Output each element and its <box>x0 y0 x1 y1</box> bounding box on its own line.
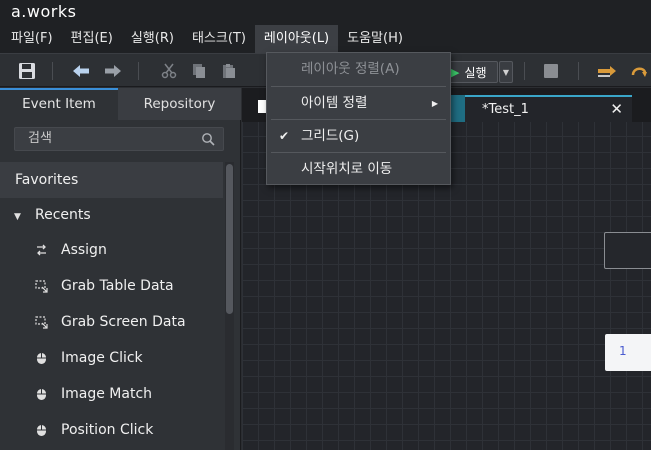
menu-item-grid[interactable]: ✔ 그리드(G) <box>267 120 450 153</box>
cut-icon[interactable] <box>158 60 180 82</box>
search-placeholder: 검색 <box>28 131 52 146</box>
search-icon <box>202 133 215 146</box>
favorites-section[interactable]: Favorites <box>0 162 223 198</box>
node-number: 1 <box>619 344 627 358</box>
list-item-image-match[interactable]: Image Match <box>0 376 223 412</box>
menu-item-item-align[interactable]: 아이템 정렬 ▶ <box>267 87 450 120</box>
play-icon: ▶ <box>451 65 460 79</box>
app-window: a.works 파일(F) 편집(E) 실행(R) 태스크(T) 레이아웃(L)… <box>0 0 651 450</box>
menu-run[interactable]: 실행(R) <box>122 25 183 53</box>
workflow-node[interactable] <box>604 232 651 269</box>
menu-edit[interactable]: 편집(E) <box>62 25 122 53</box>
list-item-position-click[interactable]: Position Click <box>0 412 223 448</box>
list-item-assign[interactable]: Assign <box>0 232 223 268</box>
list-item-image-click[interactable]: Image Click <box>0 340 223 376</box>
mouse-icon <box>34 351 48 365</box>
menu-layout[interactable]: 레이아웃(L) <box>254 25 339 53</box>
checkmark-icon: ✔ <box>279 129 290 143</box>
menu-item-go-to-start[interactable]: 시작위치로 이동 <box>267 153 450 186</box>
assign-swap-icon <box>34 243 48 257</box>
chevron-down-icon: ▼ <box>502 67 510 77</box>
run-button-label: 실행 <box>464 65 487 80</box>
undo-arrow-icon[interactable] <box>70 60 92 82</box>
menu-file[interactable]: 파일(F) <box>0 25 62 53</box>
search-input[interactable]: 검색 <box>14 127 224 151</box>
mouse-icon <box>34 387 48 401</box>
redo-arrow-icon[interactable] <box>102 60 124 82</box>
close-icon[interactable]: ✕ <box>610 97 623 122</box>
tab-event-item[interactable]: Event Item <box>0 88 118 120</box>
recents-section[interactable]: ▼ Recents <box>0 198 223 232</box>
paste-icon[interactable] <box>218 60 240 82</box>
list-item-grab-table-data[interactable]: Grab Table Data <box>0 268 223 304</box>
list-item-grab-screen-data[interactable]: Grab Screen Data <box>0 304 223 340</box>
stop-icon[interactable] <box>540 60 562 82</box>
grab-selection-icon <box>34 315 48 329</box>
save-icon[interactable] <box>16 60 38 82</box>
step-back-icon[interactable] <box>628 60 650 82</box>
document-tab-test-1[interactable]: *Test_1 ✕ <box>465 95 632 122</box>
tab-repository[interactable]: Repository <box>118 88 241 120</box>
recents-label: Recents <box>35 207 91 223</box>
title-bar: a.works <box>0 0 651 25</box>
mouse-icon <box>34 423 48 437</box>
caret-down-icon: ▼ <box>14 212 21 222</box>
app-logo: a.works <box>11 2 77 21</box>
menu-bar: 파일(F) 편집(E) 실행(R) 태스크(T) 레이아웃(L) 도움말(H) <box>0 25 651 53</box>
step-over-icon[interactable] <box>596 60 618 82</box>
scrollbar-thumb[interactable] <box>226 164 233 314</box>
menu-task[interactable]: 태스크(T) <box>183 25 255 53</box>
run-button[interactable]: ▶ 실행 <box>444 61 498 83</box>
panel-tabs: Event Item Repository <box>0 88 241 120</box>
left-panel: Event Item Repository 검색 Favorites ▼ Rece… <box>0 88 241 450</box>
document-tab-label: *Test_1 <box>482 102 529 117</box>
panel-scrollbar[interactable] <box>225 162 234 450</box>
layout-dropdown-menu: 레이아웃 정렬(A) 아이템 정렬 ▶ ✔ 그리드(G) 시작위치로 이동 <box>266 52 451 185</box>
menu-item-layout-align: 레이아웃 정렬(A) <box>301 61 400 77</box>
menu-help[interactable]: 도움말(H) <box>338 25 412 53</box>
workflow-node-card[interactable]: 1 <box>605 334 651 371</box>
submenu-arrow-icon: ▶ <box>431 99 438 108</box>
copy-icon[interactable] <box>188 60 210 82</box>
grab-selection-icon <box>34 279 48 293</box>
run-dropdown-button[interactable]: ▼ <box>499 61 513 83</box>
